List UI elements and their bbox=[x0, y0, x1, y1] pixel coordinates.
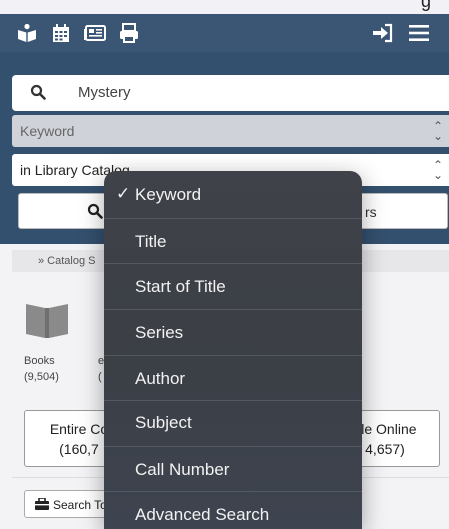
search-icon bbox=[87, 203, 103, 224]
select-arrows-icon: ⌃ ⌄ bbox=[432, 158, 443, 182]
dropdown-option-label: Keyword bbox=[135, 185, 202, 204]
search-type-select[interactable]: Keyword ⌃ ⌄ bbox=[12, 115, 449, 147]
dropdown-separator bbox=[104, 263, 362, 264]
search-icon bbox=[30, 84, 46, 105]
dropdown-separator bbox=[104, 491, 362, 492]
select-arrows-icon: ⌃ ⌄ bbox=[432, 119, 443, 143]
dropdown-option-advanced-search[interactable]: Advanced Search bbox=[104, 493, 362, 529]
search-type-value: Keyword bbox=[20, 123, 75, 139]
checkmark-icon: ✓ bbox=[116, 184, 131, 203]
calendar-icon[interactable] bbox=[48, 20, 74, 46]
dropdown-option-label: Start of Title bbox=[135, 277, 226, 296]
dropdown-option-keyword[interactable]: ✓ Keyword bbox=[104, 173, 362, 217]
books-format-icon[interactable] bbox=[24, 300, 70, 345]
dropdown-option-author[interactable]: Author bbox=[104, 357, 362, 401]
dropdown-option-series[interactable]: Series bbox=[104, 311, 362, 355]
dropdown-separator bbox=[104, 355, 362, 356]
app-header bbox=[0, 14, 449, 52]
status-bar: g bbox=[0, 0, 449, 14]
dropdown-separator bbox=[104, 309, 362, 310]
search-input[interactable]: Mystery bbox=[12, 75, 449, 111]
dropdown-option-call-number[interactable]: Call Number bbox=[104, 448, 362, 492]
menu-icon[interactable] bbox=[406, 20, 432, 46]
dropdown-option-start-of-title[interactable]: Start of Title bbox=[104, 265, 362, 309]
facet-format-label[interactable]: Books bbox=[24, 355, 55, 367]
dropdown-option-label: Author bbox=[135, 369, 186, 388]
dropdown-option-title[interactable]: Title bbox=[104, 220, 362, 264]
dropdown-separator bbox=[104, 446, 362, 447]
dropdown-option-label: Call Number bbox=[135, 460, 230, 479]
dropdown-option-label: Title bbox=[135, 232, 167, 251]
breadcrumb-text[interactable]: » Catalog S bbox=[38, 255, 95, 267]
print-icon[interactable] bbox=[116, 20, 142, 46]
facet-format-count: (9,504) bbox=[24, 371, 59, 383]
reading-person-icon[interactable] bbox=[14, 20, 40, 46]
dropdown-option-label: Series bbox=[135, 323, 184, 342]
facet-format-count: ( bbox=[98, 371, 102, 383]
newspaper-icon[interactable] bbox=[82, 20, 108, 46]
search-tools-label: Search To bbox=[53, 498, 107, 512]
dropdown-option-subject[interactable]: Subject bbox=[104, 401, 362, 445]
dropdown-separator bbox=[104, 218, 362, 219]
search-query-text: Mystery bbox=[78, 84, 131, 101]
search-button-partial-label: rs bbox=[365, 204, 377, 220]
toolbox-icon bbox=[35, 497, 49, 513]
dropdown-option-label: Advanced Search bbox=[135, 505, 270, 524]
dropdown-option-label: Subject bbox=[135, 413, 192, 432]
login-icon[interactable] bbox=[370, 20, 396, 46]
search-type-dropdown-menu: ✓ Keyword Title Start of Title Series Au… bbox=[104, 171, 362, 529]
status-bar-partial-text: g bbox=[420, 0, 431, 11]
